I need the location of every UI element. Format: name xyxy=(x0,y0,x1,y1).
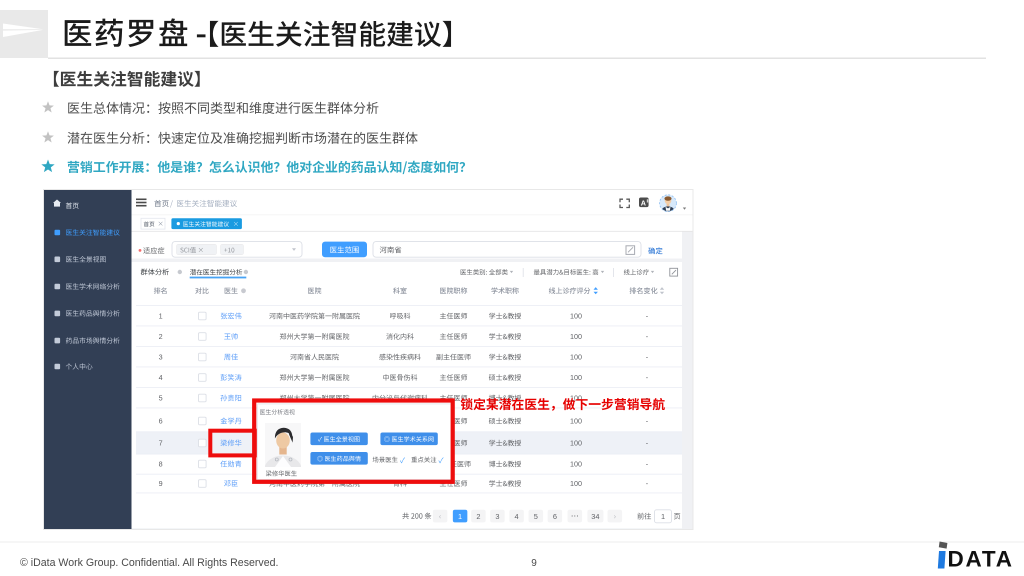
svg-text:100: 100 xyxy=(570,479,582,488)
svg-text:3: 3 xyxy=(159,353,163,362)
svg-text:4: 4 xyxy=(515,512,519,521)
svg-text:100: 100 xyxy=(570,439,582,448)
svg-text:5: 5 xyxy=(534,512,538,521)
svg-text:6: 6 xyxy=(553,512,557,521)
svg-text:100: 100 xyxy=(570,417,582,426)
svg-text:4: 4 xyxy=(159,373,163,382)
svg-text:100: 100 xyxy=(570,353,582,362)
svg-text:© iData Work Group. Confidenti: © iData Work Group. Confidential. All Ri… xyxy=(20,557,278,569)
svg-text:A: A xyxy=(641,198,646,207)
svg-text:100: 100 xyxy=(570,460,582,469)
svg-text:9: 9 xyxy=(159,479,163,488)
svg-text:34: 34 xyxy=(591,512,599,521)
svg-text:100: 100 xyxy=(570,373,582,382)
svg-text:1: 1 xyxy=(159,312,163,321)
svg-text:1: 1 xyxy=(458,512,462,521)
svg-text:6: 6 xyxy=(159,417,163,426)
svg-text:9: 9 xyxy=(531,558,537,569)
svg-text:7: 7 xyxy=(159,439,163,448)
svg-text:2: 2 xyxy=(476,512,480,521)
svg-text:100: 100 xyxy=(570,312,582,321)
svg-text:2: 2 xyxy=(159,332,163,341)
svg-text:100: 100 xyxy=(570,332,582,341)
svg-text:3: 3 xyxy=(495,512,499,521)
svg-text:DATA: DATA xyxy=(948,547,1014,572)
svg-text:1: 1 xyxy=(661,512,665,521)
svg-text:5: 5 xyxy=(159,394,163,403)
svg-text:8: 8 xyxy=(159,460,163,469)
